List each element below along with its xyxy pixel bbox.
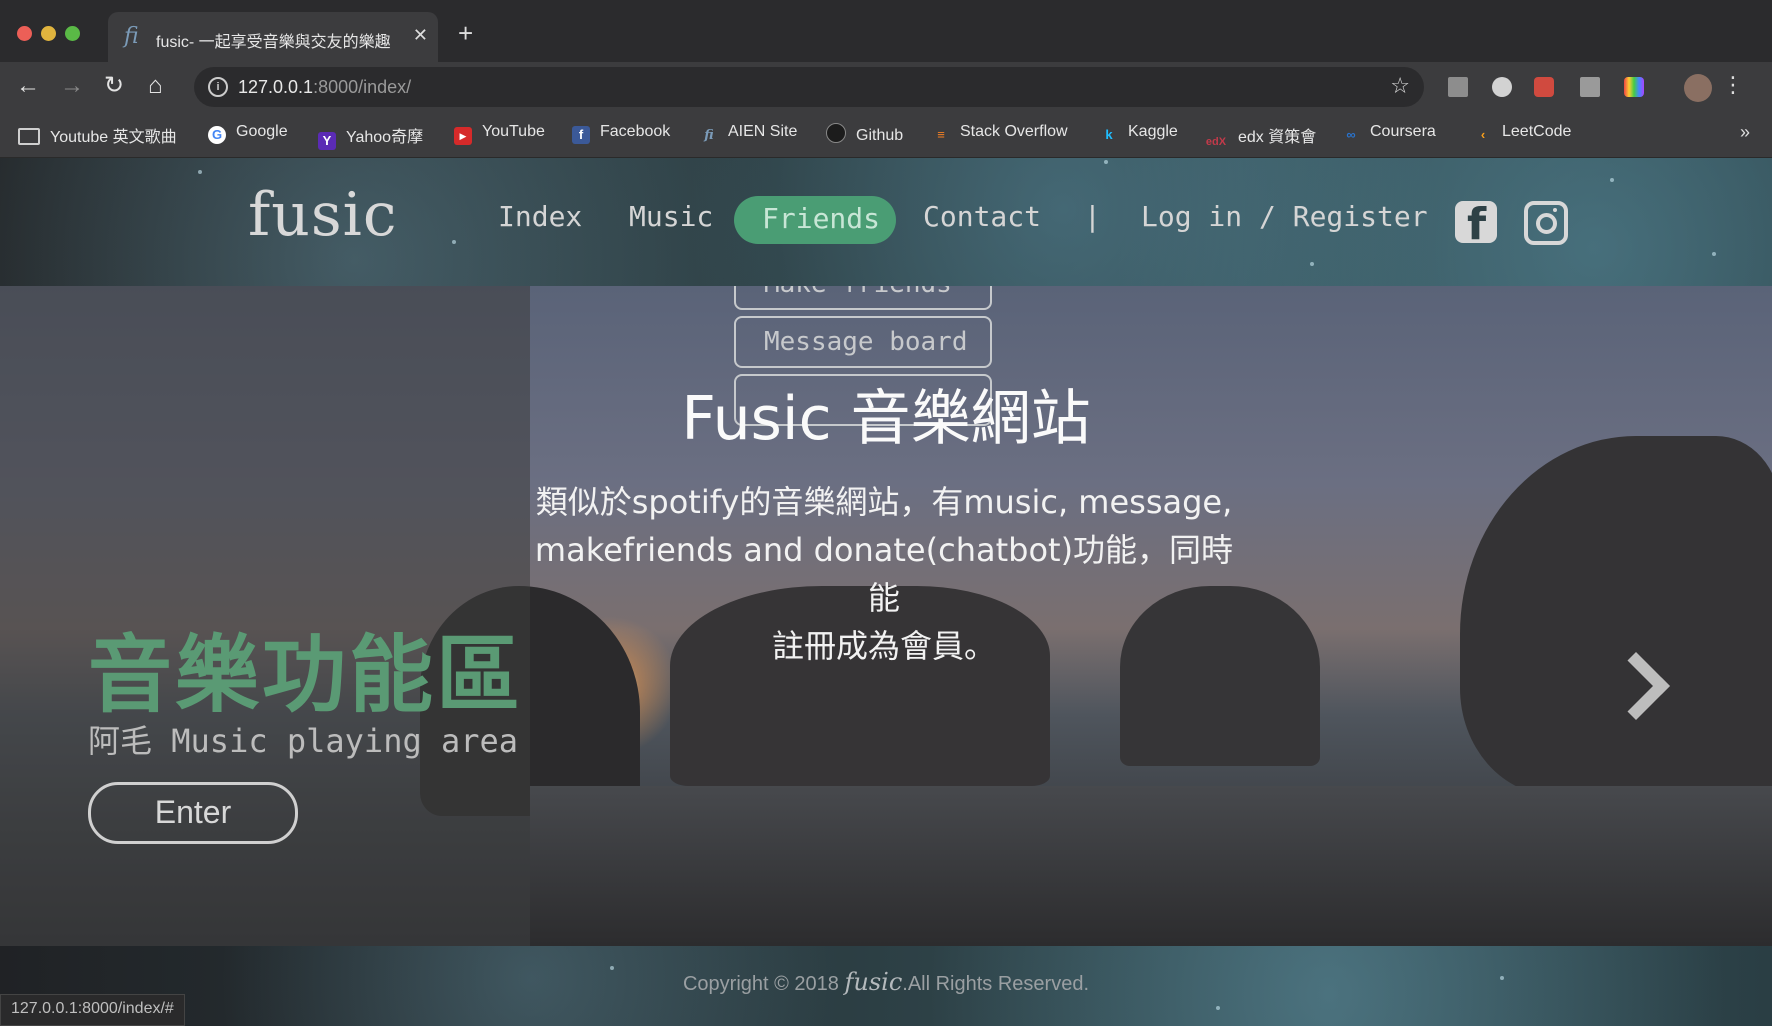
menu-kebab-icon[interactable]: ⋮ (1722, 72, 1744, 98)
hero-title: Fusic 音樂網站 (681, 384, 1091, 454)
bookmark-youtube[interactable]: ▶ YouTube (454, 123, 545, 145)
tab-strip: fi fusic- 一起享受音樂與交友的樂趣 ✕ + (0, 0, 1772, 62)
hero-carousel: Make friends Message board Fusic 音樂網站 類似… (0, 286, 1772, 946)
folder-icon (18, 128, 40, 145)
nav-friends-label: Friends (762, 202, 881, 235)
youtube-icon: ▶ (454, 127, 472, 145)
coursera-icon: ∞ (1346, 127, 1356, 142)
sparkle-decoration (1216, 1006, 1220, 1010)
profile-avatar[interactable] (1684, 74, 1712, 102)
tab-title: fusic- 一起享受音樂與交友的樂趣 (156, 34, 391, 51)
dropbox-extension-icon[interactable] (1448, 77, 1468, 97)
music-section-subtitle: 阿毛 Music playing area (88, 722, 519, 760)
bookmarks-bar: Youtube 英文歌曲 G Google Y Yahoo奇摩 ▶ YouTube f… (0, 112, 1772, 158)
close-window-button[interactable] (17, 26, 32, 41)
hero-description: 類似於spotify的音樂網站，有music, message, makefri… (532, 478, 1236, 670)
nav-friends[interactable]: Friends (734, 196, 896, 244)
browser-tab[interactable]: fi fusic- 一起享受音樂與交友的樂趣 ✕ (108, 12, 438, 62)
download-extension-icon[interactable] (1580, 77, 1600, 97)
edx-icon: edX (1205, 136, 1227, 148)
instagram-icon[interactable] (1524, 201, 1568, 245)
dropdown-make-friends-label: Make friends (764, 286, 952, 299)
browser-window: fi fusic- 一起享受音樂與交友的樂趣 ✕ + ← → ↻ ⌂ i 127… (0, 0, 1772, 1026)
copyright-text: Copyright © 2018 fusic.All Rights Reserv… (682, 968, 1090, 996)
bookmark-aien[interactable]: fi AIEN Site (700, 123, 797, 145)
bookmark-facebook[interactable]: f Facebook (572, 123, 670, 144)
close-tab-icon[interactable]: ✕ (413, 25, 428, 46)
bookmark-leetcode[interactable]: ‹ LeetCode (1474, 123, 1572, 144)
bookmark-github[interactable]: Github (826, 123, 903, 145)
bookmark-yahoo[interactable]: Y Yahoo奇摩 (318, 123, 423, 150)
minimize-window-button[interactable] (41, 26, 56, 41)
status-bar-url: 127.0.0.1:8000/index/# (0, 994, 185, 1026)
color-extension-icon[interactable] (1624, 77, 1644, 97)
reload-icon[interactable]: ↻ (104, 73, 124, 99)
site-logo[interactable]: fusic (248, 180, 397, 250)
kaggle-icon: k (1105, 127, 1113, 142)
sparkle-decoration (1610, 178, 1614, 182)
back-icon[interactable]: ← (16, 73, 40, 99)
bookmark-youtube-english[interactable]: Youtube 英文歌曲 (18, 123, 177, 147)
maximize-window-button[interactable] (65, 26, 80, 41)
bookmark-kaggle[interactable]: k Kaggle (1100, 123, 1177, 144)
nav-login-register[interactable]: Log in / Register (1141, 200, 1428, 233)
home-icon[interactable]: ⌂ (148, 73, 163, 99)
more-bookmarks-icon[interactable]: » (1740, 122, 1750, 143)
nav-contact[interactable]: Contact (923, 200, 1041, 233)
music-section-title: 音樂功能區 (88, 626, 524, 724)
stackoverflow-icon: ≡ (937, 127, 945, 142)
dropdown-message-board-label: Message board (764, 327, 968, 357)
nav-separator: | (1084, 200, 1101, 233)
bookmark-edx[interactable]: edX edx 資策會 (1204, 123, 1316, 151)
carousel-next-icon[interactable] (1612, 656, 1662, 716)
new-tab-button[interactable]: + (458, 20, 473, 46)
google-icon: G (208, 126, 226, 144)
beach-decoration (530, 786, 1772, 946)
sparkle-decoration (1104, 160, 1108, 164)
extension-circle-icon[interactable] (1492, 77, 1512, 97)
browser-toolbar: ← → ↻ ⌂ i 127.0.0.1:8000/index/ ☆ ⋮ (0, 62, 1772, 112)
leetcode-icon: ‹ (1480, 127, 1486, 142)
bookmark-coursera[interactable]: ∞ Coursera (1342, 123, 1435, 144)
sparkle-decoration (1310, 262, 1314, 266)
address-bar[interactable]: i 127.0.0.1:8000/index/ ☆ (194, 67, 1424, 107)
forward-icon[interactable]: → (60, 73, 84, 99)
site-header: fusic Index Music Friends Contact | Log … (0, 158, 1772, 286)
bookmark-star-icon[interactable]: ☆ (1390, 73, 1410, 99)
fusic-favicon-icon: fi (124, 24, 139, 49)
sparkle-decoration (452, 240, 456, 244)
url-text: 127.0.0.1:8000/index/ (238, 77, 412, 97)
site-info-icon[interactable]: i (208, 77, 228, 97)
hero-description-line: makefriends and donate(chatbot)功能，同時能 (534, 531, 1234, 617)
sparkle-decoration (1712, 252, 1716, 256)
yahoo-icon: Y (318, 132, 336, 150)
bookmark-google[interactable]: G Google (208, 123, 288, 144)
site-footer: Copyright © 2018 fusic.All Rights Reserv… (0, 946, 1772, 1026)
bookmark-stackoverflow[interactable]: ≡ Stack Overflow (932, 123, 1067, 144)
github-icon (826, 123, 846, 143)
aien-icon: fi (704, 128, 714, 143)
hero-description-line: 類似於spotify的音樂網站，有music, message, (535, 483, 1233, 521)
web-page: fusic Index Music Friends Contact | Log … (0, 158, 1772, 1026)
nav-music[interactable]: Music (629, 200, 713, 233)
rock-decoration (1460, 436, 1772, 796)
footer-brand: fusic (844, 968, 903, 996)
facebook-icon[interactable]: f (1455, 201, 1497, 243)
extension-red-icon[interactable] (1534, 77, 1554, 97)
nav-index[interactable]: Index (498, 200, 582, 233)
enter-button[interactable]: Enter (88, 782, 298, 844)
hero-description-line: 註冊成為會員。 (771, 627, 996, 665)
dropdown-make-friends[interactable]: Make friends (734, 286, 992, 310)
facebook-icon: f (572, 126, 590, 144)
dropdown-message-board[interactable]: Message board (734, 316, 992, 368)
sparkle-decoration (198, 170, 202, 174)
